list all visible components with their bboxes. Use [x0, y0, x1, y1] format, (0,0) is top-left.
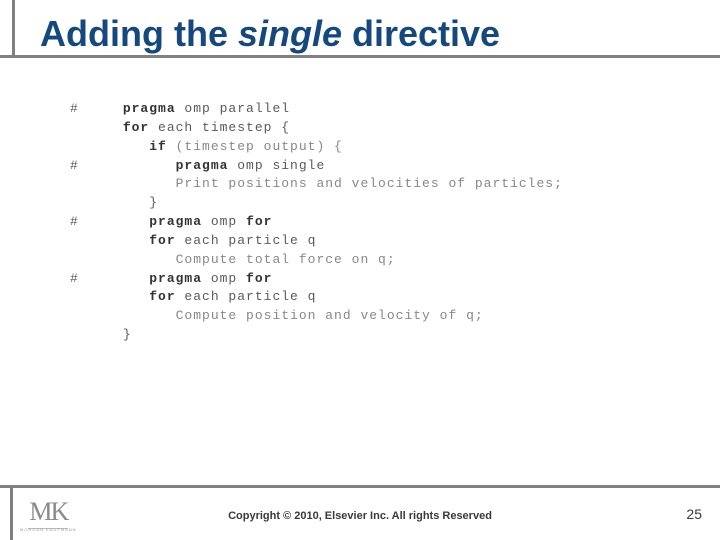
kw-for: for [149, 233, 175, 248]
kw-for: for [123, 120, 149, 135]
code-text: Compute position and velocity of q; [176, 308, 484, 323]
kw-for: for [246, 271, 272, 286]
header-rule-horizontal [0, 55, 720, 58]
hash-mark: # [70, 213, 79, 232]
code-text: Compute total force on q; [176, 252, 396, 267]
copyright-text: Copyright © 2010, Elsevier Inc. All righ… [0, 510, 720, 522]
page-number: 25 [686, 506, 702, 522]
code-text: omp single [228, 158, 325, 173]
footer-rule-horizontal [0, 485, 720, 488]
code-text: each particle q [176, 233, 317, 248]
title-italic: single [238, 13, 342, 54]
slide: Adding the single directive # pragma omp… [0, 0, 720, 540]
code-text: omp [202, 214, 246, 229]
code-text: (timestep output) { [167, 139, 343, 154]
title-post: directive [342, 13, 500, 54]
hash-mark: # [70, 270, 79, 289]
kw-for: for [246, 214, 272, 229]
code-block: # pragma omp parallel for each timestep … [70, 100, 670, 345]
logo-sub: MORGAN KAUFMANN [20, 527, 77, 532]
header-rule-vertical [10, 0, 15, 58]
code-brace: } [149, 195, 158, 210]
kw-pragma: pragma [123, 101, 176, 116]
kw-pragma: pragma [176, 158, 229, 173]
hash-mark: # [70, 100, 79, 119]
code-text: omp parallel [176, 101, 290, 116]
kw-pragma: pragma [149, 214, 202, 229]
code-text: omp [202, 271, 246, 286]
header: Adding the single directive [0, 0, 720, 55]
code-brace: } [123, 327, 132, 342]
page-title: Adding the single directive [0, 8, 720, 55]
code-text: each particle q [176, 289, 317, 304]
hash-mark: # [70, 157, 79, 176]
code-text: each timestep { [149, 120, 290, 135]
title-pre: Adding the [40, 13, 238, 54]
code-text: Print positions and velocities of partic… [176, 176, 563, 191]
kw-if: if [149, 139, 167, 154]
kw-for: for [149, 289, 175, 304]
kw-pragma: pragma [149, 271, 202, 286]
